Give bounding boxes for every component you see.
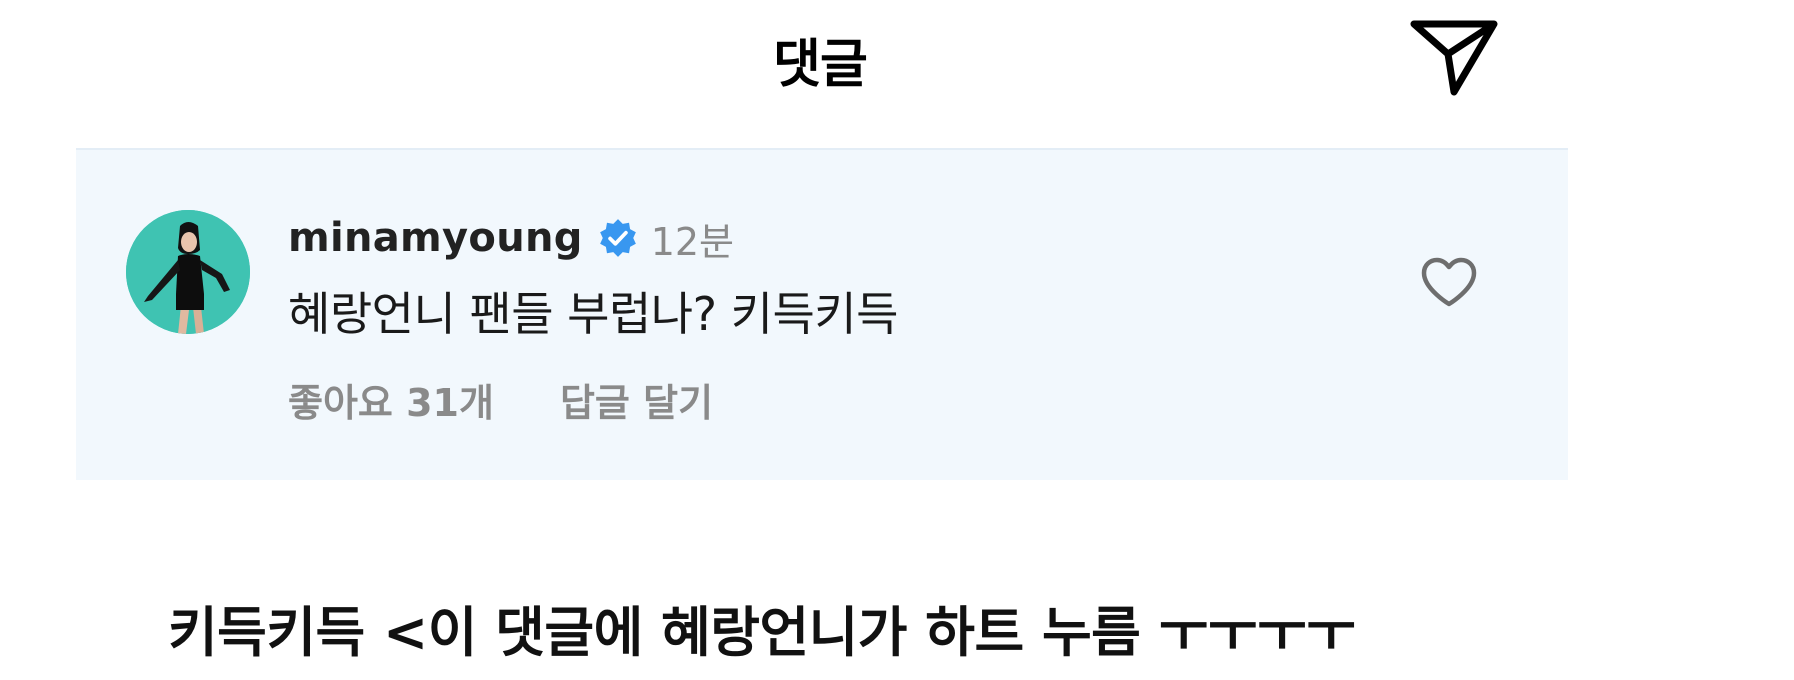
likes-count[interactable]: 좋아요 31개 [288, 372, 494, 427]
heart-icon[interactable] [1420, 256, 1478, 310]
reply-button[interactable]: 답글 달기 [560, 372, 713, 427]
page-title: 댓글 [773, 35, 868, 95]
username[interactable]: minamyoung [288, 215, 583, 261]
comment-text: 혜랑언니 팬들 부럽나? 키득키득 [288, 287, 898, 341]
comment-timestamp: 12분 [650, 219, 735, 264]
comment-header: minamyoung 12분 [288, 210, 734, 266]
caption-text: 키득키득 <이 댓글에 혜랑언니가 하트 누름 ㅜㅜㅜㅜ [168, 601, 1356, 664]
verified-badge-icon [599, 219, 636, 257]
avatar[interactable] [126, 210, 250, 334]
send-icon[interactable] [1408, 16, 1500, 100]
comment-actions: 좋아요 31개 답글 달기 [288, 372, 713, 427]
highlighted-comment: minamyoung 12분 혜랑언니 팬들 부럽나? 키득키득 좋아요 31개… [76, 148, 1568, 480]
